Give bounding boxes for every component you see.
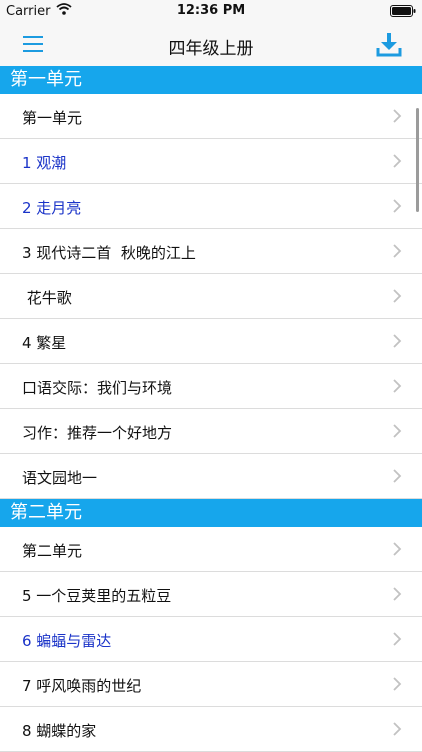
list-item-label: 第一单元 [22,109,83,127]
list-item-label: 5 一个豆荚里的五粒豆 [22,587,172,605]
list-item-label: 4 繁星 [22,334,67,352]
chevron-right-icon [393,289,402,303]
download-icon[interactable] [376,31,402,57]
list-item-label: 3 现代诗二首 秋晚的江上 [22,244,196,262]
list-item-label: 花牛歌 [22,289,72,307]
list-item[interactable]: 1 观潮 [0,139,422,184]
navigation-bar: 四年级上册 [0,22,422,67]
list-item[interactable]: 7 呼风唤雨的世纪 [0,662,422,707]
list-item[interactable]: 第一单元 [0,94,422,139]
list-item-label: 习作：推荐一个好地方 [22,424,173,442]
chevron-right-icon [393,542,402,556]
list-item-label: 6 蝙蝠与雷达 [22,632,112,650]
scrollbar[interactable] [416,108,419,212]
chevron-right-icon [393,632,402,646]
chevron-right-icon [393,109,402,123]
list-item[interactable]: 3 现代诗二首 秋晚的江上 [0,229,422,274]
list-item[interactable]: 2 走月亮 [0,184,422,229]
chevron-right-icon [393,469,402,483]
chevron-right-icon [393,379,402,393]
list-item[interactable]: 习作：推荐一个好地方 [0,409,422,454]
chevron-right-icon [393,677,402,691]
chevron-right-icon [393,587,402,601]
page-title: 四年级上册 [168,39,254,59]
list-item-label: 语文园地一 [22,469,98,487]
list-item-label: 1 观潮 [22,154,67,172]
list-item[interactable]: 语文园地一 [0,454,422,499]
chapter-list: 第一单元 第一单元 1 观潮 2 走月亮 3 现代诗二首 秋晚的江上 花牛歌 4 繁星 口语… [0,66,422,752]
list-item-label: 口语交际：我们与环境 [22,379,173,397]
chevron-right-icon [393,244,402,258]
chevron-right-icon [393,154,402,168]
chevron-right-icon [393,722,402,736]
list-item-label: 7 呼风唤雨的世纪 [22,677,142,695]
list-item[interactable]: 第二单元 [0,527,422,572]
battery-icon [390,5,416,17]
chevron-right-icon [393,199,402,213]
chevron-right-icon [393,424,402,438]
chevron-right-icon [393,334,402,348]
list-item[interactable]: 4 繁星 [0,319,422,364]
list-item[interactable]: 花牛歌 [0,274,422,319]
list-item[interactable]: 口语交际：我们与环境 [0,364,422,409]
list-item-label: 8 蝴蝶的家 [22,722,97,740]
list-item[interactable]: 5 一个豆荚里的五粒豆 [0,572,422,617]
list-item-label: 2 走月亮 [22,199,82,217]
list-item[interactable]: 8 蝴蝶的家 [0,707,422,752]
section-header: 第二单元 [0,499,422,527]
status-bar: Carrier 12:36 PM [0,0,422,22]
list-item[interactable]: 6 蝙蝠与雷达 [0,617,422,662]
section-header: 第一单元 [0,66,422,94]
clock-time: 12:36 PM [176,3,246,18]
list-item-label: 第二单元 [22,542,83,560]
